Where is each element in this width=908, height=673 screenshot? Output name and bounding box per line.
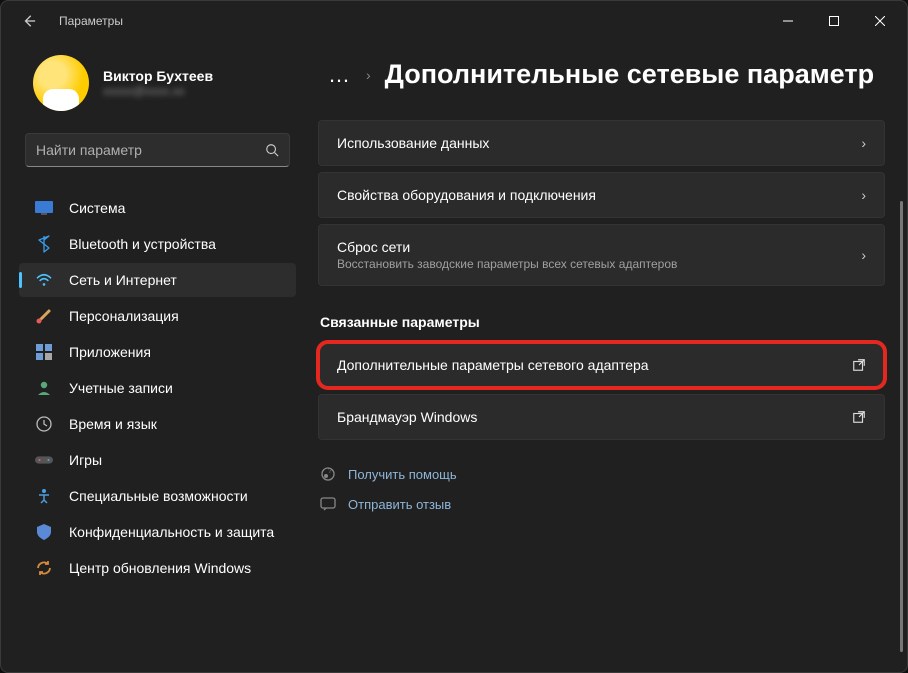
breadcrumb: … › Дополнительные сетевые параметр xyxy=(328,59,885,90)
sidebar-item-label: Bluetooth и устройства xyxy=(69,236,216,252)
bluetooth-icon xyxy=(35,235,53,253)
update-icon xyxy=(35,559,53,577)
sidebar-item-label: Сеть и Интернет xyxy=(69,272,177,288)
clock-icon xyxy=(35,415,53,433)
link-label: Отправить отзыв xyxy=(348,497,451,512)
sidebar-item-network[interactable]: Сеть и Интернет xyxy=(19,263,296,297)
chevron-right-icon: › xyxy=(861,187,866,203)
sidebar-item-accounts[interactable]: Учетные записи xyxy=(19,371,296,405)
card-title: Свойства оборудования и подключения xyxy=(337,187,596,203)
nav: Система Bluetooth и устройства Сеть и Ин… xyxy=(19,191,296,585)
sidebar-item-update[interactable]: Центр обновления Windows xyxy=(19,551,296,585)
card-network-reset[interactable]: Сброс сети Восстановить заводские параме… xyxy=(318,224,885,286)
section-header-related: Связанные параметры xyxy=(320,314,885,330)
help-icon: ? xyxy=(320,466,336,482)
profile[interactable]: Виктор Бухтеев xxxxx@xxxx.xx xyxy=(19,41,296,129)
sidebar-item-accessibility[interactable]: Специальные возможности xyxy=(19,479,296,513)
sidebar-item-privacy[interactable]: Конфиденциальность и защита xyxy=(19,515,296,549)
card-title: Сброс сети xyxy=(337,239,677,255)
external-link-icon xyxy=(852,410,866,424)
gamepad-icon xyxy=(35,451,53,469)
link-get-help[interactable]: ? Получить помощь xyxy=(320,466,885,482)
apps-icon xyxy=(35,343,53,361)
close-button[interactable] xyxy=(857,5,903,37)
card-subtitle: Восстановить заводские параметры всех се… xyxy=(337,257,677,271)
scrollbar[interactable] xyxy=(900,201,903,652)
minimize-button[interactable] xyxy=(765,5,811,37)
sidebar-item-time[interactable]: Время и язык xyxy=(19,407,296,441)
avatar xyxy=(33,55,89,111)
sidebar-item-label: Персонализация xyxy=(69,308,179,324)
content: … › Дополнительные сетевые параметр Испо… xyxy=(306,41,907,672)
search-input[interactable] xyxy=(36,142,265,158)
sidebar: Виктор Бухтеев xxxxx@xxxx.xx Система Blu… xyxy=(1,41,306,672)
external-link-icon xyxy=(852,358,866,372)
link-label: Получить помощь xyxy=(348,467,457,482)
sidebar-item-label: Специальные возможности xyxy=(69,488,248,504)
wifi-icon xyxy=(35,271,53,289)
back-button[interactable] xyxy=(19,11,39,31)
display-icon xyxy=(35,199,53,217)
profile-email: xxxxx@xxxx.xx xyxy=(103,84,213,98)
link-feedback[interactable]: Отправить отзыв xyxy=(320,496,885,512)
card-title: Использование данных xyxy=(337,135,489,151)
person-icon xyxy=(35,379,53,397)
accessibility-icon xyxy=(35,487,53,505)
feedback-icon xyxy=(320,496,336,512)
sidebar-item-label: Время и язык xyxy=(69,416,157,432)
card-title: Брандмауэр Windows xyxy=(337,409,477,425)
sidebar-item-label: Приложения xyxy=(69,344,151,360)
sidebar-item-label: Конфиденциальность и защита xyxy=(69,524,274,540)
breadcrumb-more[interactable]: … xyxy=(328,62,352,88)
card-title: Дополнительные параметры сетевого адапте… xyxy=(337,357,649,373)
titlebar: Параметры xyxy=(1,1,907,41)
sidebar-item-apps[interactable]: Приложения xyxy=(19,335,296,369)
brush-icon xyxy=(35,307,53,325)
page-title: Дополнительные сетевые параметр xyxy=(385,59,874,90)
sidebar-item-label: Игры xyxy=(69,452,102,468)
profile-name: Виктор Бухтеев xyxy=(103,68,213,84)
sidebar-item-bluetooth[interactable]: Bluetooth и устройства xyxy=(19,227,296,261)
chevron-right-icon: › xyxy=(861,135,866,151)
sidebar-item-label: Система xyxy=(69,200,125,216)
sidebar-item-personalization[interactable]: Персонализация xyxy=(19,299,296,333)
shield-icon xyxy=(35,523,53,541)
sidebar-item-label: Учетные записи xyxy=(69,380,173,396)
sidebar-item-system[interactable]: Система xyxy=(19,191,296,225)
sidebar-item-label: Центр обновления Windows xyxy=(69,560,251,576)
card-firewall[interactable]: Брандмауэр Windows xyxy=(318,394,885,440)
svg-text:?: ? xyxy=(328,468,332,475)
search-icon xyxy=(265,143,279,157)
chevron-right-icon: › xyxy=(366,67,371,83)
chevron-right-icon: › xyxy=(861,247,866,263)
sidebar-item-gaming[interactable]: Игры xyxy=(19,443,296,477)
maximize-button[interactable] xyxy=(811,5,857,37)
search-box[interactable] xyxy=(25,133,290,167)
app-title: Параметры xyxy=(59,14,123,28)
card-hardware-properties[interactable]: Свойства оборудования и подключения › xyxy=(318,172,885,218)
card-adapter-settings[interactable]: Дополнительные параметры сетевого адапте… xyxy=(318,342,885,388)
card-data-usage[interactable]: Использование данных › xyxy=(318,120,885,166)
